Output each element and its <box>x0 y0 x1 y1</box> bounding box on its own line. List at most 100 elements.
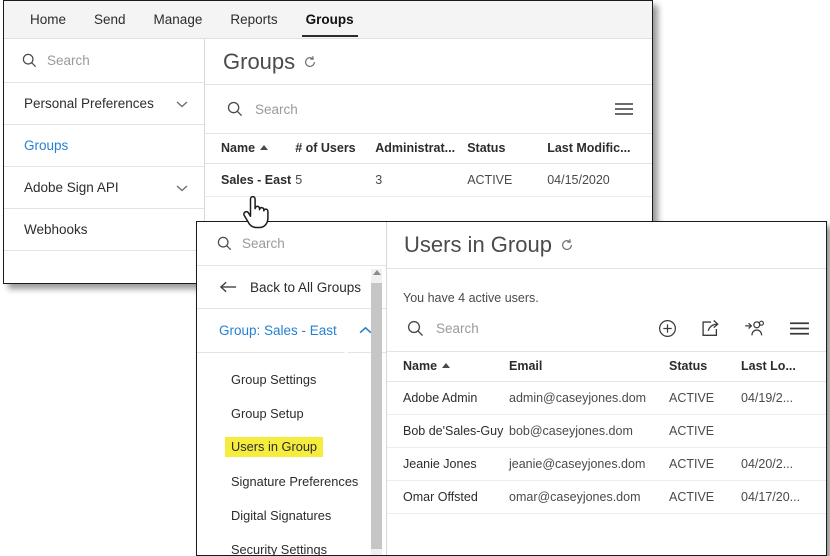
screenshot-root: Home Send Manage Reports Groups Search P… <box>0 0 830 556</box>
submenu-item-security-settings[interactable]: Security Settings <box>197 532 386 556</box>
submenu-item-group-setup[interactable]: Group Setup <box>197 396 386 430</box>
groups-col-name[interactable]: Name <box>205 133 296 164</box>
active-users-note: You have 4 active users. <box>403 291 539 305</box>
groups-search-input[interactable]: Search <box>255 102 602 117</box>
add-user-group-icon[interactable] <box>744 319 765 338</box>
users-col-email[interactable]: Email <box>509 351 669 382</box>
scrollbar-thumb[interactable] <box>371 283 382 549</box>
nav-tab-send[interactable]: Send <box>80 1 140 39</box>
sidebar-search-placeholder: Search <box>47 53 90 68</box>
groups-table-header-row: Name # of Users Administrat... Status La… <box>205 133 652 164</box>
sidebar-item-label: Personal Preferences <box>24 96 154 111</box>
user-email-cell: admin@caseyjones.dom <box>509 381 669 415</box>
group-selector-notch <box>337 351 355 360</box>
user-name-cell[interactable]: Omar Offsted <box>387 480 509 514</box>
refresh-icon[interactable] <box>303 55 317 69</box>
user-name-cell[interactable]: Jeanie Jones <box>387 447 509 481</box>
user-status-cell: ACTIVE <box>669 447 741 481</box>
groups-panel-header: Groups <box>205 39 652 85</box>
back-to-all-groups-label: Back to All Groups <box>250 279 362 295</box>
groups-col-name-label: Name <box>221 141 256 155</box>
chevron-down-icon <box>176 184 188 192</box>
users-table: Name Email Status Last Lo... Adobe Admin… <box>387 351 826 514</box>
users-table-header-row: Name Email Status Last Lo... <box>387 351 826 382</box>
nav-tab-home[interactable]: Home <box>16 1 80 39</box>
table-row[interactable]: Jeanie Jones jeanie@caseyjones.dom ACTIV… <box>387 447 826 481</box>
sidebar-item-groups[interactable]: Groups <box>4 125 204 167</box>
users-col-last-login[interactable]: Last Lo... <box>741 351 826 382</box>
top-navigation-bar: Home Send Manage Reports Groups <box>4 1 652 39</box>
sidebar-item-adobe-sign-api[interactable]: Adobe Sign API <box>4 167 204 209</box>
refresh-icon[interactable] <box>560 238 574 252</box>
user-email-cell: bob@caseyjones.dom <box>509 414 669 448</box>
group-name-cell[interactable]: Sales - East <box>205 163 296 197</box>
submenu-label: Digital Signatures <box>231 507 332 523</box>
sidebar-item-webhooks[interactable]: Webhooks <box>4 209 204 251</box>
user-last-login-cell <box>741 414 826 448</box>
submenu-item-digital-signatures[interactable]: Digital Signatures <box>197 498 386 532</box>
search-icon <box>407 320 424 337</box>
nav-tab-manage[interactable]: Manage <box>140 1 217 39</box>
sidebar-item-personal-preferences[interactable]: Personal Preferences <box>4 83 204 125</box>
users-window-body: Search Back to All Groups Group: Sales -… <box>197 222 826 555</box>
sidebar-item-label: Groups <box>24 138 69 153</box>
user-last-login-cell: 04/19/2... <box>741 381 826 415</box>
group-sidebar-search-row[interactable]: Search <box>197 222 386 266</box>
back-to-all-groups-button[interactable]: Back to All Groups <box>197 266 386 309</box>
submenu-label: Signature Preferences <box>231 473 359 489</box>
submenu-label: Users in Group <box>225 437 324 457</box>
submenu-label: Group Setup <box>231 405 304 421</box>
nav-tab-groups[interactable]: Groups <box>292 1 368 39</box>
table-row[interactable]: Omar Offsted omar@caseyjones.dom ACTIVE … <box>387 480 826 514</box>
groups-col-users[interactable]: # of Users <box>295 133 376 164</box>
user-name-cell[interactable]: Adobe Admin <box>387 381 509 415</box>
submenu-label: Group Settings <box>231 371 317 387</box>
hamburger-menu-icon[interactable] <box>614 102 634 116</box>
user-name-cell[interactable]: Bob de'Sales-Guy <box>387 414 509 448</box>
sidebar-scrollbar[interactable] <box>371 269 382 555</box>
sidebar-search-row[interactable]: Search <box>4 39 204 83</box>
submenu-item-signature-preferences[interactable]: Signature Preferences <box>197 464 386 498</box>
groups-table-toolbar: Search <box>205 85 652 133</box>
submenu-item-group-settings[interactable]: Group Settings <box>197 362 386 396</box>
groups-col-last-modified[interactable]: Last Modific... <box>547 133 652 164</box>
user-status-cell: ACTIVE <box>669 414 741 448</box>
user-email-cell: jeanie@caseyjones.dom <box>509 447 669 481</box>
sort-ascending-icon <box>442 363 451 368</box>
scroll-up-arrow-icon[interactable] <box>372 270 381 275</box>
groups-col-status[interactable]: Status <box>467 133 548 164</box>
group-sidebar: Search Back to All Groups Group: Sales -… <box>197 222 387 555</box>
group-sidebar-search-placeholder: Search <box>242 236 285 251</box>
group-submenu: Group Settings Group Setup Users in Grou… <box>197 353 386 556</box>
group-administrators-cell: 3 <box>375 163 468 197</box>
users-in-group-window: Search Back to All Groups Group: Sales -… <box>196 221 827 556</box>
group-selector-sales-east[interactable]: Group: Sales - East <box>197 309 386 352</box>
nav-tab-reports[interactable]: Reports <box>216 1 291 39</box>
search-icon <box>227 101 243 117</box>
table-row[interactable]: Bob de'Sales-Guy bob@caseyjones.dom ACTI… <box>387 414 826 448</box>
submenu-label: Security Settings <box>231 541 328 556</box>
table-row[interactable]: Sales - East 5 3 ACTIVE 04/15/2020 <box>205 163 652 197</box>
groups-table: Name # of Users Administrat... Status La… <box>205 133 652 197</box>
search-icon <box>217 236 232 251</box>
group-status-cell: ACTIVE <box>467 163 548 197</box>
users-col-name-label: Name <box>403 359 438 373</box>
sort-ascending-icon <box>260 145 269 150</box>
group-last-modified-cell: 04/15/2020 <box>547 163 652 197</box>
users-search-input[interactable]: Search <box>436 321 646 336</box>
hamburger-menu-icon[interactable] <box>789 321 810 336</box>
user-last-login-cell: 04/17/20... <box>741 480 826 514</box>
sidebar-item-label: Webhooks <box>24 222 88 237</box>
users-col-status[interactable]: Status <box>669 351 741 382</box>
submenu-item-users-in-group[interactable]: Users in Group <box>197 430 386 464</box>
export-icon[interactable] <box>701 319 720 338</box>
user-last-login-cell: 04/20/2... <box>741 447 826 481</box>
table-row[interactable]: Adobe Admin admin@caseyjones.dom ACTIVE … <box>387 381 826 415</box>
sidebar-item-label: Adobe Sign API <box>24 180 119 195</box>
add-circle-icon[interactable] <box>658 319 677 338</box>
search-icon <box>22 53 37 68</box>
users-action-icons <box>658 319 810 338</box>
users-panel-header: Users in Group <box>387 222 826 269</box>
users-col-name[interactable]: Name <box>387 351 509 382</box>
groups-col-administrators[interactable]: Administrat... <box>375 133 468 164</box>
